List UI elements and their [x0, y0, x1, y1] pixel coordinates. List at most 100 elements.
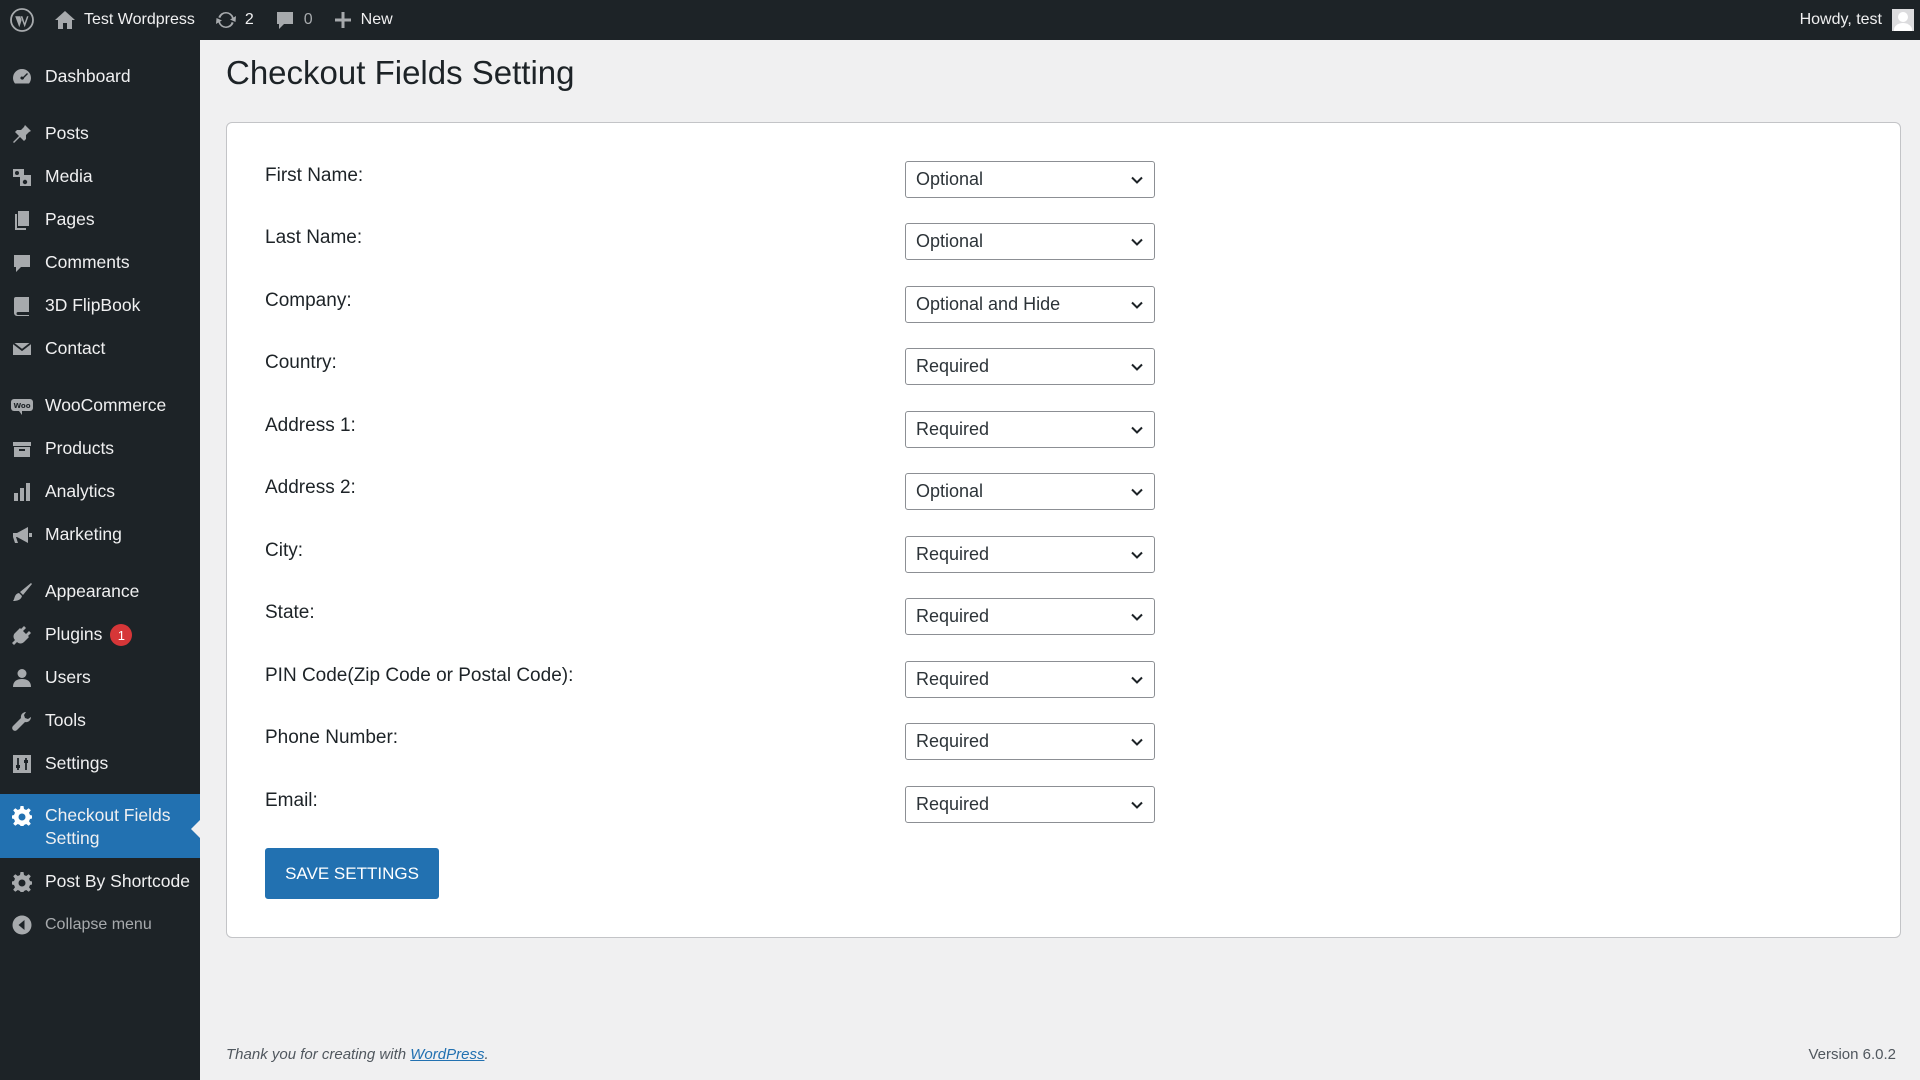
comments-link[interactable]: 0	[264, 0, 323, 40]
sidebar-item-woocommerce[interactable]: Woo WooCommerce	[0, 394, 200, 418]
gear-icon	[10, 870, 34, 894]
updates-count: 2	[244, 11, 254, 28]
select-company[interactable]: Optional and Hide	[905, 286, 1155, 323]
field-label-phone-number: Phone Number:	[265, 727, 399, 748]
select-value: Required	[916, 794, 990, 814]
field-label-city: City:	[265, 540, 303, 561]
field-label-email: Email:	[265, 790, 318, 811]
sidebar-item-label: Checkout Fields Setting	[45, 805, 171, 848]
select-address-1[interactable]: Required	[905, 411, 1155, 448]
sidebar-item-label: Posts	[45, 123, 89, 143]
archive-icon	[10, 437, 34, 461]
sidebar-item-label: Post By Shortcode	[45, 871, 190, 891]
gear-icon	[10, 804, 34, 828]
select-value: Required	[916, 356, 990, 376]
save-settings-button[interactable]: SAVE SETTINGS	[265, 848, 439, 899]
chevron-down-icon	[1131, 801, 1143, 809]
page-title: Checkout Fields Setting	[226, 54, 575, 91]
sidebar-item-products[interactable]: Products	[0, 437, 200, 461]
media-icon	[10, 165, 34, 189]
howdy-text: Howdy, test	[1799, 11, 1882, 28]
field-label-address-1: Address 1:	[265, 415, 356, 436]
sidebar-item-plugins[interactable]: Plugins 1	[0, 623, 200, 647]
sidebar-item-contact[interactable]: Contact	[0, 337, 200, 361]
comments-count: 0	[303, 11, 313, 28]
select-address-2[interactable]: Optional	[905, 473, 1155, 510]
sidebar-item-checkout-fields-setting[interactable]: Checkout Fields Setting	[0, 794, 200, 858]
select-value: Required	[916, 419, 990, 439]
chevron-down-icon	[1131, 363, 1143, 371]
sidebar-item-media[interactable]: Media	[0, 165, 200, 189]
footer-version: Version 6.0.2	[1808, 1046, 1896, 1063]
sidebar-item-label: Media	[45, 166, 93, 186]
sidebar-item-label: Analytics	[45, 481, 116, 501]
sidebar-item-dashboard[interactable]: Dashboard	[0, 65, 200, 89]
new-content-link[interactable]: New	[323, 0, 403, 40]
select-last-name[interactable]: Optional	[905, 223, 1155, 260]
sidebar-item-users[interactable]: Users	[0, 666, 200, 690]
select-value: Required	[916, 544, 990, 564]
chevron-down-icon	[1131, 301, 1143, 309]
select-city[interactable]: Required	[905, 536, 1155, 573]
field-label-country: Country:	[265, 352, 337, 373]
my-account-link[interactable]: Howdy, test	[1790, 0, 1920, 40]
sidebar-item-3d-flipbook[interactable]: 3D FlipBook	[0, 294, 200, 318]
chevron-down-icon	[1131, 676, 1143, 684]
book-icon	[10, 294, 34, 318]
wrench-icon	[10, 709, 34, 733]
plugins-update-badge: 1	[110, 624, 133, 647]
field-label-first-name: First Name:	[265, 165, 364, 186]
site-name-link[interactable]: Test Wordpress	[44, 0, 205, 40]
sidebar-item-label: Settings	[45, 753, 109, 773]
footer-thanks-prefix: Thank you for creating with	[226, 1046, 411, 1063]
collapse-menu-button[interactable]: Collapse menu	[0, 913, 200, 937]
select-phone-number[interactable]: Required	[905, 723, 1155, 760]
user-icon	[10, 666, 34, 690]
sidebar-item-label: Appearance	[45, 581, 140, 601]
sidebar-item-label: 3D FlipBook	[45, 295, 141, 315]
admin-bar: Test Wordpress 2 0 New Howdy, test	[0, 0, 1920, 40]
select-value: Required	[916, 606, 990, 626]
sidebar-item-tools[interactable]: Tools	[0, 709, 200, 733]
sidebar-item-posts[interactable]: Posts	[0, 122, 200, 146]
select-email[interactable]: Required	[905, 786, 1155, 823]
sidebar-item-pages[interactable]: Pages	[0, 208, 200, 232]
wordpress-logo-icon	[10, 8, 34, 32]
chevron-down-icon	[1131, 488, 1143, 496]
sidebar-item-label: Tools	[45, 710, 86, 730]
chevron-down-icon	[1131, 176, 1143, 184]
field-label-state: State:	[265, 602, 315, 623]
wp-logo-menu[interactable]	[0, 0, 44, 40]
bar-chart-icon	[10, 480, 34, 504]
brush-icon	[10, 580, 34, 604]
sidebar-item-post-by-shortcode[interactable]: Post By Shortcode	[0, 870, 200, 894]
footer-thanks-suffix: .	[484, 1046, 489, 1063]
select-value: Optional and Hide	[916, 294, 1061, 314]
sidebar-item-comments[interactable]: Comments	[0, 251, 200, 275]
sidebar-item-appearance[interactable]: Appearance	[0, 580, 200, 604]
sidebar-item-marketing[interactable]: Marketing	[0, 523, 200, 547]
sidebar-item-label: Comments	[45, 252, 130, 272]
megaphone-icon	[10, 523, 34, 547]
select-state[interactable]: Required	[905, 598, 1155, 635]
select-value: Optional	[916, 481, 984, 501]
pages-icon	[10, 208, 34, 232]
collapse-icon	[10, 913, 34, 937]
admin-sidebar: Dashboard Posts Media Pages Comments 3D …	[0, 40, 200, 1080]
select-pin-code[interactable]: Required	[905, 661, 1155, 698]
select-first-name[interactable]: Optional	[905, 161, 1155, 198]
sidebar-item-label: Products	[45, 438, 115, 458]
select-value: Required	[916, 731, 990, 751]
sidebar-item-analytics[interactable]: Analytics	[0, 480, 200, 504]
updates-link[interactable]: 2	[205, 0, 264, 40]
woo-icon: Woo	[10, 394, 34, 418]
sidebar-item-label: Plugins 1	[45, 623, 133, 647]
sidebar-item-label: Contact	[45, 338, 106, 358]
pin-icon	[10, 122, 34, 146]
select-value: Required	[916, 669, 990, 689]
sidebar-item-settings[interactable]: Settings	[0, 752, 200, 776]
dashboard-icon	[10, 65, 34, 89]
select-country[interactable]: Required	[905, 348, 1155, 385]
sidebar-item-label: Dashboard	[45, 66, 131, 86]
wordpress-link[interactable]: WordPress	[410, 1046, 484, 1063]
